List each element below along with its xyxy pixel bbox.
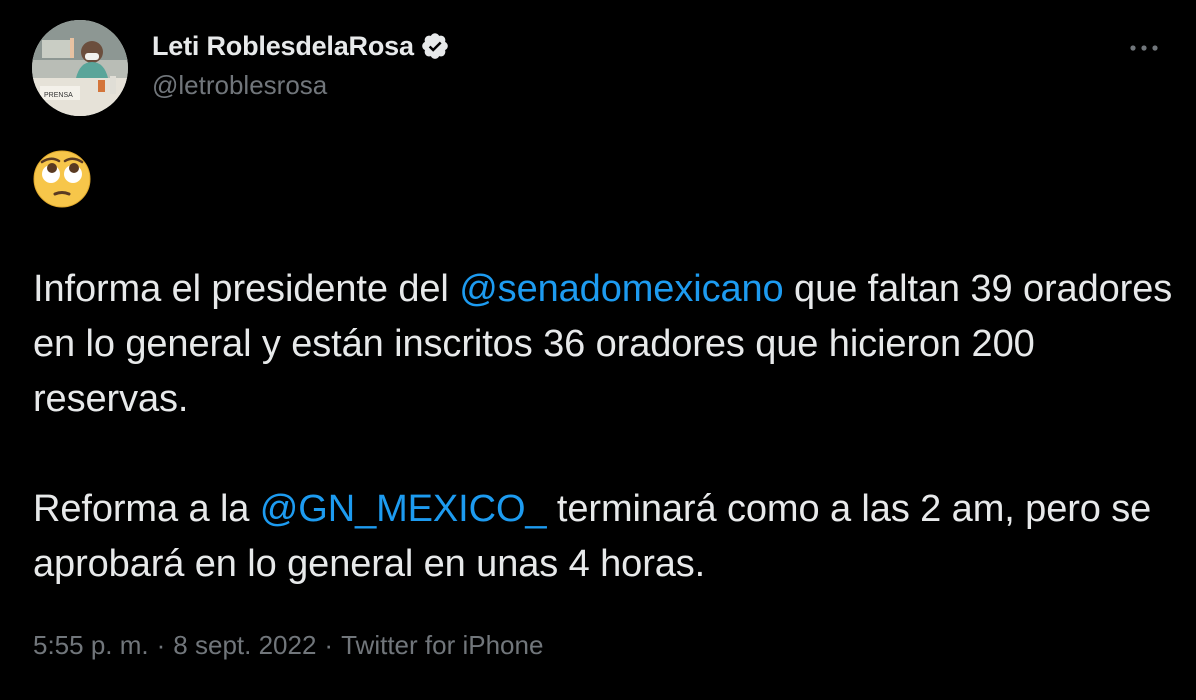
author-name-row: Leti RoblesdelaRosa [152, 28, 450, 64]
tweet-time-link[interactable]: 5:55 p. m. [33, 630, 149, 660]
tweet-paragraph-2: Reforma a la @GN_MEXICO_ terminará como … [33, 482, 1173, 592]
verified-badge-icon [420, 31, 450, 61]
tweet-date-link[interactable]: 8 sept. 2022 [173, 630, 316, 660]
tweet-text: Informa el presidente del @senadomexican… [33, 262, 1173, 592]
avatar[interactable]: PRENSA [32, 20, 128, 116]
text-segment: Reforma a la [33, 488, 260, 530]
mention-link-gn-mexico[interactable]: @GN_MEXICO_ [260, 488, 547, 530]
text-segment: Informa el presidente del [33, 268, 460, 310]
rolling-eyes-emoji-icon [33, 150, 91, 208]
mention-link-senadomexicano[interactable]: @senadomexicano [459, 268, 783, 310]
tweet-source-link[interactable]: Twitter for iPhone [341, 630, 543, 660]
meta-separator: · [156, 630, 166, 660]
more-horizontal-icon [1130, 45, 1158, 51]
meta-separator: · [324, 630, 334, 660]
author-handle[interactable]: @letroblesrosa [152, 70, 327, 101]
tweet-paragraph-1: Informa el presidente del @senadomexican… [33, 262, 1173, 427]
author-display-name[interactable]: Leti RoblesdelaRosa [152, 31, 414, 62]
tweet: PRENSA Leti RoblesdelaRosa @letroblesros… [0, 0, 1196, 700]
avatar-caption: PRENSA [44, 92, 73, 99]
more-options-button[interactable] [1124, 28, 1164, 68]
avatar-image: PRENSA [32, 20, 128, 116]
tweet-meta: 5:55 p. m. · 8 sept. 2022 · Twitter for iPho… [33, 630, 543, 661]
